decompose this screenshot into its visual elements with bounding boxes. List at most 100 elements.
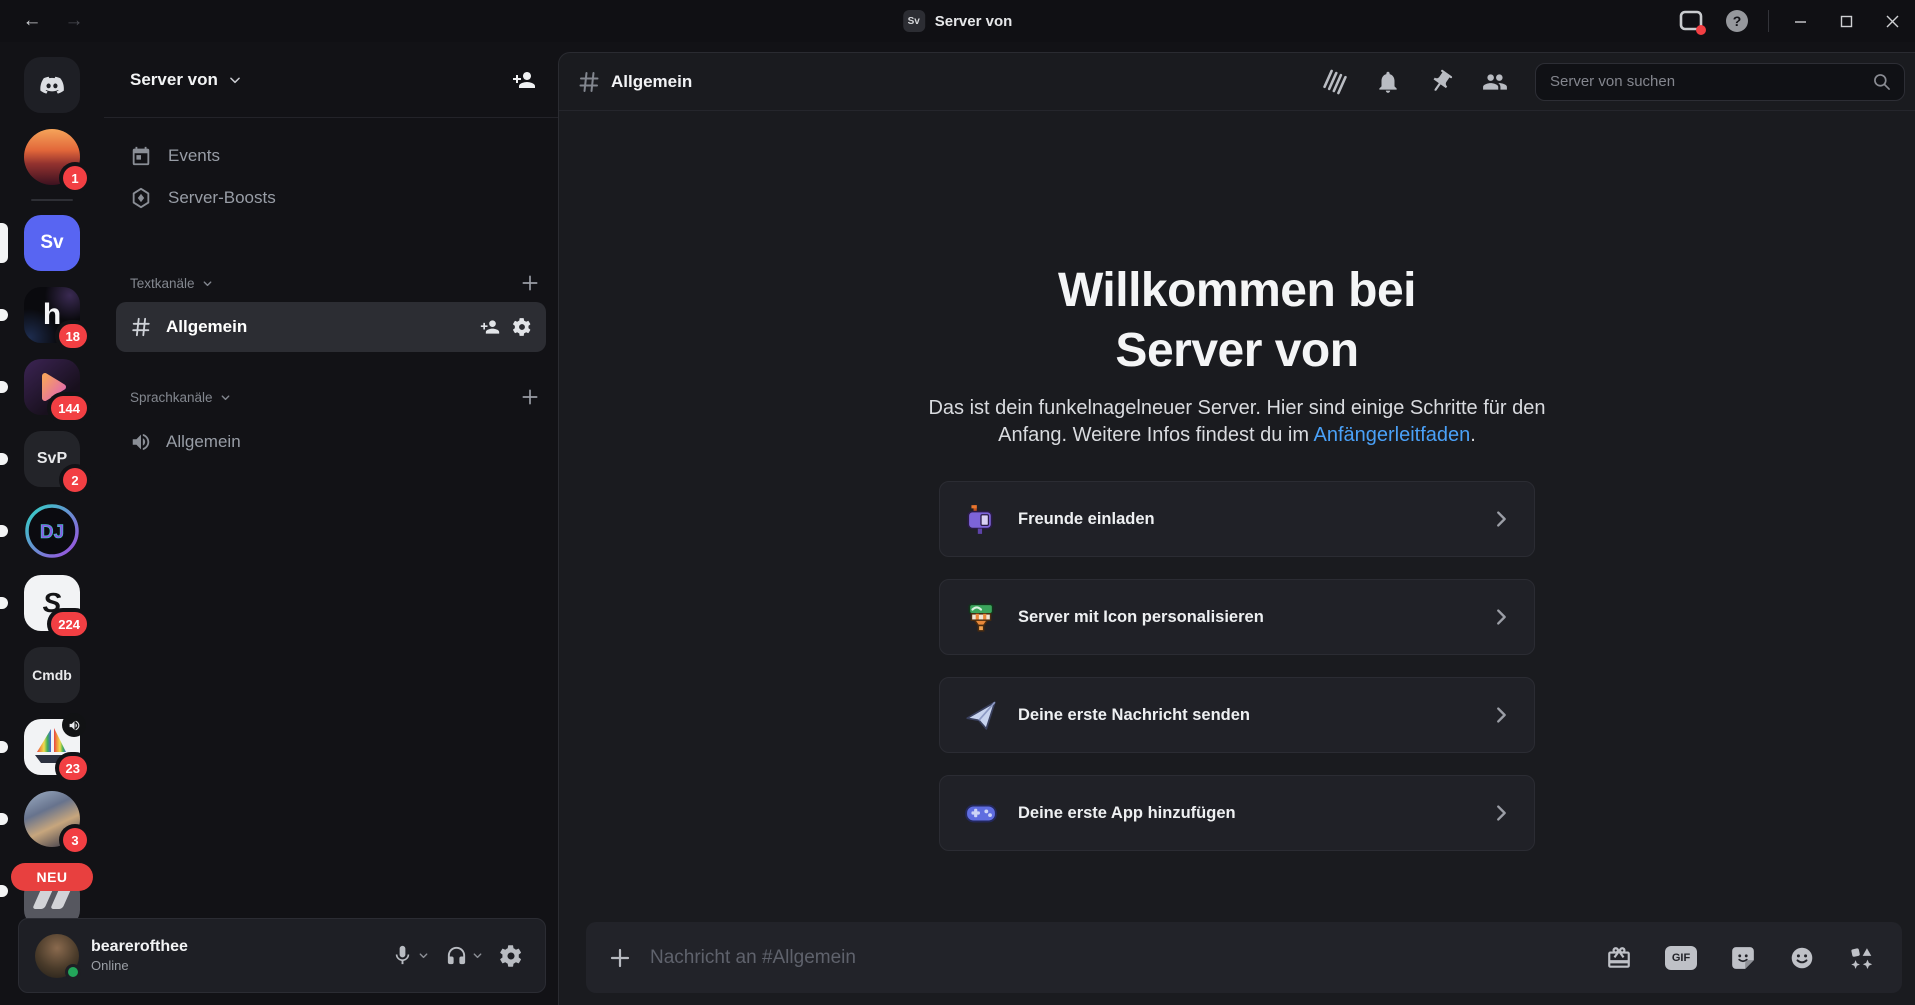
mic-button[interactable] [385,938,435,973]
user-panel: bearerofthee Online [18,918,546,993]
game-controller-icon [964,796,998,830]
sidebar-item-server-boosts[interactable]: Server-Boosts [114,178,548,218]
member-list-icon[interactable] [1481,69,1509,95]
plus-icon [520,273,540,293]
card-invite-friends[interactable]: Freunde einladen [939,481,1535,557]
card-label: Freunde einladen [1018,510,1155,529]
home-button[interactable] [24,57,80,113]
deafen-button[interactable] [439,938,489,973]
sticker-icon[interactable] [1730,945,1756,971]
message-input[interactable] [650,947,1588,969]
server-h[interactable]: h 18 [24,287,80,343]
maximize-icon [1840,15,1853,28]
channel-sidebar: Server von Events Server-Boosts Textkanä… [104,42,558,1005]
apps-icon[interactable] [1848,945,1874,971]
search-icon [1872,72,1892,92]
emoji-icon[interactable] [1789,945,1815,971]
card-personalize-server-icon[interactable]: Server mit Icon personalisieren [939,579,1535,655]
attach-plus-icon[interactable] [608,946,632,970]
minimize-button[interactable] [1777,0,1823,42]
user-avatar[interactable] [35,934,79,978]
pin-icon[interactable] [1428,69,1454,95]
dm-avatar[interactable]: 1 [24,129,80,185]
channel-allgemein-voice[interactable]: Allgemein [116,420,546,464]
section-sprachkanaele[interactable]: Sprachkanäle [104,384,558,410]
notification-badge: 1 [63,166,87,190]
chevron-down-icon [418,950,429,961]
notifications-bell-icon[interactable] [1375,69,1401,95]
maximize-button[interactable] [1823,0,1869,42]
server-initials: h [43,298,61,332]
sidebar-item-events[interactable]: Events [114,136,548,176]
dm-avatar-2[interactable]: 3 [24,791,80,847]
screenshare-status-button[interactable] [1668,0,1714,42]
invite-people-button[interactable] [512,68,536,92]
message-composer: GIF [586,922,1902,993]
close-icon [1886,15,1899,28]
paint-icon [964,600,998,634]
invite-to-channel-icon[interactable] [480,317,500,337]
forward-arrow-icon[interactable]: → [62,10,86,32]
gif-picker-button[interactable]: GIF [1665,946,1697,970]
unread-pill [0,885,8,897]
selected-pill [0,223,8,263]
server-initials: Cmdb [32,667,72,683]
threads-icon[interactable] [1322,69,1348,95]
card-add-first-app[interactable]: Deine erste App hinzufügen [939,775,1535,851]
monitor-icon [1679,10,1703,32]
chat-panel: Allgemein Willkommen bei Server von [558,52,1915,1005]
channel-name: Allgemein [166,317,247,337]
titlebar-server-badge: Sv [903,10,925,32]
welcome-title-line2: Server von [1058,321,1416,381]
svg-text:DJ: DJ [40,522,64,543]
section-label: Textkanäle [130,276,195,291]
server-new[interactable]: NEU [24,863,80,919]
notification-badge: 18 [59,324,87,348]
chevron-down-icon [228,73,242,87]
chevron-down-icon [202,278,213,289]
onboarding-cards: Freunde einladen Serv [939,481,1535,851]
server-cmdb[interactable]: Cmdb [24,647,80,703]
titlebar-center: Sv Server von [903,0,1013,42]
workspace: 1 Sv h 18 144 [0,42,1915,1005]
channel-name: Allgemein [166,432,241,452]
card-label: Server mit Icon personalisieren [1018,608,1264,627]
gift-icon[interactable] [1606,945,1632,971]
server-sail[interactable]: 23 [24,719,80,775]
card-send-first-message[interactable]: Deine erste Nachricht senden [939,677,1535,753]
server-initials: Sv [40,232,63,254]
voice-activity-badge [62,713,86,737]
user-status: Online [91,958,188,973]
plus-icon [520,387,540,407]
server-s[interactable]: S 224 [24,575,80,631]
close-button[interactable] [1869,0,1915,42]
server-initials: SvP [37,450,67,468]
minimize-icon [1794,15,1807,28]
server-dj[interactable]: DJ [24,503,80,559]
search-input[interactable] [1550,73,1864,90]
user-settings-button[interactable] [493,938,529,974]
titlebar-divider [1768,10,1769,32]
add-channel-button[interactable] [520,273,540,293]
unread-pill [0,309,8,321]
discord-app: ← → Sv Server von ? [0,0,1915,1005]
window-title: Server von [935,13,1013,30]
channel-settings-gear-icon[interactable] [512,317,532,337]
user-meta[interactable]: bearerofthee Online [91,938,188,973]
username: bearerofthee [91,938,188,956]
add-channel-button[interactable] [520,387,540,407]
channel-allgemein-text[interactable]: Allgemein [116,302,546,352]
chevron-right-icon [1490,508,1512,530]
server-sv[interactable]: Sv [24,215,80,271]
server-dropdown[interactable]: Server von [104,42,558,118]
server-play[interactable]: 144 [24,359,80,415]
help-icon: ? [1726,10,1748,32]
section-textkanaele[interactable]: Textkanäle [104,270,558,296]
search-box[interactable] [1535,63,1905,101]
server-svp[interactable]: SvP 2 [24,431,80,487]
hash-icon [577,70,601,94]
help-button[interactable]: ? [1714,0,1760,42]
chevron-right-icon [1490,606,1512,628]
beginner-guide-link[interactable]: Anfängerleitfaden [1314,424,1471,446]
back-arrow-icon[interactable]: ← [20,10,44,32]
